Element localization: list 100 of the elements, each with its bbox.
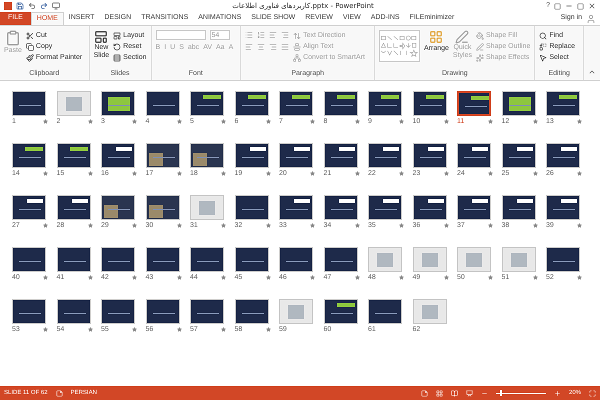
slide-thumbnail[interactable] xyxy=(412,299,446,324)
slide-thumbnail[interactable] xyxy=(279,91,313,116)
shapes-gallery-drawing[interactable] xyxy=(379,30,420,62)
slide-thumbnail[interactable] xyxy=(324,91,358,116)
ribbon-display-icon[interactable] xyxy=(554,2,561,10)
slide-thumbnail[interactable] xyxy=(502,143,536,168)
slide-thumbnail[interactable] xyxy=(324,247,358,272)
replace-icon xyxy=(539,42,548,50)
slide-thumbnail[interactable] xyxy=(457,195,491,220)
slide-thumbnail[interactable] xyxy=(12,91,46,116)
slide-thumbnail[interactable] xyxy=(12,195,46,220)
clipboard-icon xyxy=(4,30,21,46)
slide-thumbnail[interactable] xyxy=(146,91,180,116)
slide-thumbnail[interactable] xyxy=(234,299,268,324)
slideshow-icon[interactable] xyxy=(466,390,473,396)
notes-icon[interactable] xyxy=(56,390,63,396)
slide-thumbnail[interactable] xyxy=(12,299,46,324)
slide-thumbnail[interactable] xyxy=(368,143,402,168)
slide-thumbnail[interactable] xyxy=(234,91,268,116)
collapse-ribbon-icon[interactable] xyxy=(588,68,596,76)
slide-thumbnail[interactable] xyxy=(234,247,268,272)
slide-thumbnail[interactable] xyxy=(457,143,491,168)
slide-thumbnail[interactable] xyxy=(190,299,224,324)
slide-thumbnail[interactable] xyxy=(546,195,580,220)
slide-thumbnail[interactable] xyxy=(412,91,446,116)
layout-icon xyxy=(113,32,122,40)
slide-thumbnail[interactable] xyxy=(101,91,135,116)
shape-effects-icon xyxy=(476,54,484,62)
slide-thumbnail[interactable] xyxy=(412,195,446,220)
slide-thumbnail[interactable] xyxy=(457,247,491,272)
monitor-icon[interactable] xyxy=(52,2,60,10)
slide-thumbnail[interactable] xyxy=(412,143,446,168)
slide-thumbnail[interactable] xyxy=(56,247,90,272)
slide-thumbnail[interactable] xyxy=(324,195,358,220)
undo-icon[interactable] xyxy=(28,2,36,10)
slide-thumbnail[interactable] xyxy=(146,299,180,324)
slide-thumbnail[interactable] xyxy=(412,247,446,272)
slide-thumbnail[interactable] xyxy=(12,247,46,272)
slide-thumbnail[interactable] xyxy=(457,91,491,116)
slide-thumbnail[interactable] xyxy=(546,247,580,272)
copy-icon xyxy=(26,42,34,50)
slide-thumbnail[interactable] xyxy=(324,143,358,168)
slide-thumbnail[interactable] xyxy=(101,299,135,324)
align-text-icon xyxy=(293,42,302,50)
shape-outline-icon xyxy=(476,42,484,50)
slide-thumbnail[interactable] xyxy=(12,143,46,168)
slide-thumbnail[interactable] xyxy=(190,91,224,116)
slide-thumbnail[interactable] xyxy=(502,91,536,116)
slide-sorter-icon[interactable] xyxy=(436,390,443,396)
slide-thumbnail[interactable] xyxy=(368,195,402,220)
slide-thumbnail[interactable] xyxy=(234,143,268,168)
slide-thumbnail[interactable] xyxy=(502,247,536,272)
close-icon[interactable] xyxy=(588,2,596,10)
arrange-icon xyxy=(429,30,444,44)
slide-thumbnail[interactable] xyxy=(56,143,90,168)
fit-window-icon[interactable] xyxy=(589,390,596,396)
slide-thumbnail[interactable] xyxy=(146,195,180,220)
slide-thumbnail[interactable] xyxy=(234,195,268,220)
slide-thumbnail[interactable] xyxy=(546,91,580,116)
maximize-icon[interactable] xyxy=(577,2,584,10)
slide-layout-icon xyxy=(94,30,108,44)
slide-thumbnail[interactable] xyxy=(502,195,536,220)
text-direction-icon xyxy=(293,32,302,40)
reset-icon xyxy=(113,42,122,50)
slide-thumbnail[interactable] xyxy=(101,247,135,272)
slide-thumbnail[interactable] xyxy=(546,143,580,168)
slide-thumbnail[interactable] xyxy=(146,247,180,272)
slide-thumbnail[interactable] xyxy=(368,247,402,272)
normal-view-icon[interactable] xyxy=(420,390,428,396)
slide-thumbnail[interactable] xyxy=(56,299,90,324)
reading-view-icon[interactable] xyxy=(450,390,458,396)
select-icon xyxy=(539,54,548,62)
slide-thumbnail[interactable] xyxy=(101,143,135,168)
slide-thumbnail[interactable] xyxy=(368,91,402,116)
slide-thumbnail[interactable] xyxy=(279,299,313,324)
convert-smartart-icon xyxy=(293,54,302,62)
section-icon xyxy=(113,54,122,62)
slide-thumbnail[interactable] xyxy=(56,195,90,220)
app-logo-icon xyxy=(4,2,12,10)
zoom-slider-thumb[interactable] xyxy=(500,390,502,396)
redo-icon[interactable] xyxy=(40,2,48,10)
slide-thumbnail[interactable] xyxy=(324,299,358,324)
slide-thumbnail[interactable] xyxy=(368,299,402,324)
save-icon[interactable] xyxy=(16,2,24,10)
slide-thumbnail[interactable] xyxy=(190,247,224,272)
pen-icon xyxy=(455,30,470,44)
zoom-slider[interactable] xyxy=(496,390,546,396)
slide-thumbnail[interactable] xyxy=(190,143,224,168)
cut-icon xyxy=(26,32,34,40)
font-name-field[interactable] xyxy=(156,30,206,40)
user-icon[interactable] xyxy=(586,14,596,24)
find-icon xyxy=(539,32,548,40)
shape-fill-icon xyxy=(476,32,484,40)
slide-thumbnail[interactable] xyxy=(279,195,313,220)
slide-thumbnail[interactable] xyxy=(279,247,313,272)
slide-thumbnail[interactable] xyxy=(56,91,90,116)
slide-thumbnail[interactable] xyxy=(190,195,224,220)
slide-thumbnail[interactable] xyxy=(101,195,135,220)
slide-thumbnail[interactable] xyxy=(146,143,180,168)
slide-thumbnail[interactable] xyxy=(279,143,313,168)
